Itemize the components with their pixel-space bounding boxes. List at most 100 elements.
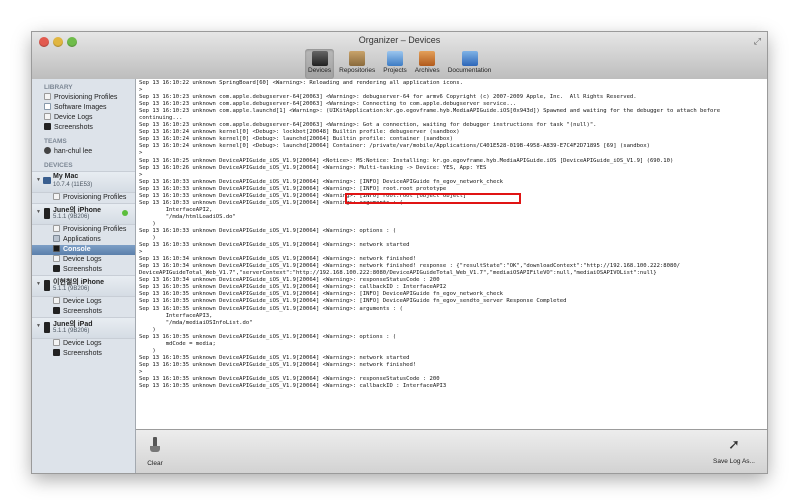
sidebar-item-device-logs[interactable]: Device Logs	[32, 255, 135, 265]
sidebar-item-team[interactable]: han-chul lee	[32, 147, 135, 157]
disclosure-triangle-icon[interactable]: ▼	[36, 209, 41, 215]
sidebar-item-label: Screenshots	[54, 124, 93, 131]
tab-label: Archives	[414, 67, 440, 74]
device-june-iphone[interactable]: ▼ June의 iPhone 5.1.1 (9B206)	[32, 203, 135, 225]
section-header-library: LIBRARY	[44, 84, 73, 91]
tab-archives[interactable]: Archives	[412, 49, 443, 79]
sidebar-item-label: Device Logs	[63, 256, 102, 263]
tab-projects[interactable]: Projects	[380, 49, 409, 79]
sidebar-item-applications[interactable]: Applications	[32, 235, 135, 245]
save-log-label: Save Log As...	[713, 458, 755, 465]
console-log-text[interactable]: Sep 13 16:10:22 unknown SpringBoard[60] …	[136, 79, 767, 390]
disclosure-triangle-icon[interactable]: ▼	[36, 281, 41, 287]
sidebar-item-label: Provisioning Profiles	[63, 226, 127, 233]
sidebar-item-provisioning-profiles[interactable]: Provisioning Profiles	[32, 225, 135, 235]
disclosure-triangle-icon[interactable]: ▼	[36, 177, 41, 183]
sidebar-item-label: Device Logs	[63, 340, 102, 347]
log-line: Sep 13 16:10:26 unknown DeviceAPIGuide_i…	[139, 164, 487, 171]
documentation-icon	[461, 51, 478, 66]
document-icon	[53, 225, 60, 232]
section-header-devices: DEVICES	[44, 162, 73, 169]
sidebar-item-device-logs[interactable]: Device Logs	[32, 113, 135, 123]
sidebar-item-screenshots[interactable]: Screenshots	[32, 349, 135, 359]
iphone-icon	[44, 208, 50, 219]
repositories-icon	[349, 51, 366, 66]
organizer-window: Organizer – Devices ⤢ Devices Repositori…	[32, 32, 767, 473]
log-line: Sep 13 16:10:23 unknown com.apple.launch…	[139, 108, 721, 115]
sidebar-item-label: Provisioning Profiles	[63, 194, 127, 201]
log-line: InterfaceAPI2,	[165, 206, 213, 213]
sidebar-item-software-images[interactable]: Software Images	[32, 103, 135, 113]
log-line: >	[139, 249, 143, 256]
log-line: DeviceAPIGuideTotal_Web_V1.7","serverCon…	[139, 270, 657, 277]
log-line: InterfaceAPI3,	[165, 312, 213, 319]
projects-icon	[387, 51, 403, 66]
screenshot-icon	[44, 123, 51, 130]
log-line: )	[152, 220, 156, 227]
log-line: >	[139, 87, 143, 94]
log-line: Sep 13 16:10:23 unknown com.apple.debugs…	[139, 94, 637, 101]
log-line: Sep 13 16:10:33 unknown DeviceAPIGuide_i…	[139, 178, 504, 185]
sidebar-item-provisioning-profiles[interactable]: Provisioning Profiles	[32, 93, 135, 103]
screenshot-icon	[53, 307, 60, 314]
window-title: Organizer – Devices	[358, 35, 441, 45]
device-name: My Mac	[53, 173, 79, 180]
console-log-view[interactable]: Sep 13 16:10:22 unknown SpringBoard[60] …	[136, 79, 767, 429]
document-icon	[53, 255, 60, 262]
device-version: 5.1.1 (9B206)	[53, 214, 90, 220]
console-icon	[53, 245, 60, 252]
toolbar-toggle-icon[interactable]: ⤢	[754, 36, 761, 47]
log-line: "/mda/htmlLoadiOS.do"	[165, 213, 236, 220]
sidebar-item-provisioning-profiles[interactable]: Provisioning Profiles	[32, 193, 135, 203]
log-line: Sep 13 16:10:24 unknown kernel[0] <Debug…	[139, 136, 453, 143]
log-line: >	[139, 150, 143, 157]
save-log-button[interactable]: ➚ Save Log As...	[711, 436, 757, 465]
people-icon	[44, 147, 51, 154]
sidebar-item-label: Applications	[63, 236, 101, 243]
log-line: continuing...	[139, 115, 183, 122]
sidebar-item-screenshots[interactable]: Screenshots	[32, 265, 135, 275]
log-line: Sep 13 16:10:35 unknown DeviceAPIGuide_i…	[139, 333, 397, 340]
log-line: )	[152, 326, 156, 333]
tab-repositories[interactable]: Repositories	[336, 49, 378, 79]
sidebar-item-label: han-chul lee	[54, 148, 93, 155]
sidebar-item-label: Screenshots	[63, 308, 102, 315]
log-line: )	[152, 347, 156, 354]
applications-icon	[53, 235, 60, 242]
sidebar-item-device-logs[interactable]: Device Logs	[32, 339, 135, 349]
sidebar-item-label: Software Images	[54, 104, 107, 111]
tab-devices[interactable]: Devices	[305, 49, 335, 79]
document-icon	[44, 113, 51, 120]
log-line: Sep 13 16:10:35 unknown DeviceAPIGuide_i…	[139, 383, 447, 390]
sidebar-item-device-logs[interactable]: Device Logs	[32, 297, 135, 307]
device-my-mac[interactable]: ▼ My Mac 10.7.4 (11E53)	[32, 171, 135, 193]
highlight-box	[345, 193, 521, 204]
device-version: 5.1.1 (9B206)	[53, 286, 90, 292]
disclosure-triangle-icon[interactable]: ▼	[36, 323, 41, 329]
log-line: Sep 13 16:10:35 unknown DeviceAPIGuide_i…	[139, 305, 403, 312]
software-images-icon	[44, 103, 51, 110]
toolbar: Devices Repositories Projects Archives D…	[304, 49, 495, 79]
log-line: Sep 13 16:10:24 unknown kernel[0] <Debug…	[139, 129, 460, 136]
tab-label: Projects	[383, 67, 407, 74]
sidebar-item-label: Provisioning Profiles	[54, 94, 118, 101]
sidebar-item-screenshots[interactable]: Screenshots	[32, 307, 135, 317]
device-second-iphone[interactable]: ▼ 이현철의 iPhone 5.1.1 (9B206)	[32, 275, 135, 297]
device-version: 10.7.4 (11E53)	[53, 182, 93, 188]
device-june-ipad[interactable]: ▼ June의 iPad 5.1.1 (9B206)	[32, 317, 135, 339]
clear-button[interactable]: Clear	[143, 436, 167, 467]
document-icon	[53, 193, 60, 200]
bottom-bar: Clear ➚ Save Log As...	[136, 429, 767, 473]
log-line: Sep 13 16:10:23 unknown com.apple.debugs…	[139, 101, 517, 108]
ipad-icon	[44, 322, 50, 333]
tab-documentation[interactable]: Documentation	[445, 49, 495, 79]
sidebar-item-console[interactable]: Console	[32, 245, 135, 255]
document-icon	[53, 339, 60, 346]
document-icon	[44, 93, 51, 100]
log-line: >	[139, 171, 143, 178]
devices-icon	[311, 51, 328, 66]
device-version: 5.1.1 (9B206)	[53, 328, 90, 334]
sidebar-item-screenshots[interactable]: Screenshots	[32, 123, 135, 133]
screenshot-icon	[53, 349, 60, 356]
connected-status-icon	[122, 210, 128, 216]
